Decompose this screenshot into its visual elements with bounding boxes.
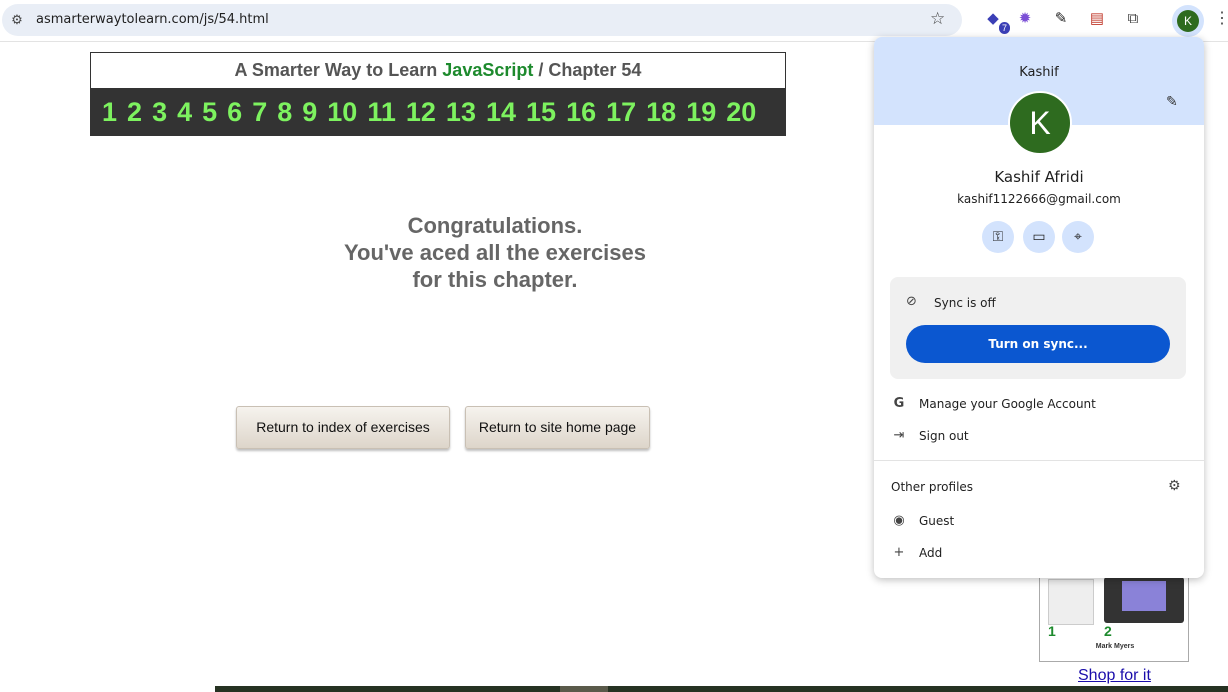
address-bar[interactable]: ⚙ asmarterwaytolearn.com/js/54.html ☆ bbox=[2, 4, 962, 36]
exercise-number-link[interactable]: 17 bbox=[606, 97, 636, 128]
eyedropper-icon[interactable]: ✎ bbox=[1050, 8, 1072, 30]
bottom-strip bbox=[215, 686, 1228, 692]
profile-large-avatar: K bbox=[1008, 91, 1072, 155]
extension-badge-count: 7 bbox=[998, 22, 1010, 34]
passwords-key-icon[interactable]: ⚿ bbox=[982, 221, 1014, 253]
book-ad[interactable]: 1 2 Mark Myers bbox=[1039, 570, 1189, 662]
exercise-number-link[interactable]: 20 bbox=[726, 97, 756, 128]
bottom-strip-segment bbox=[560, 686, 608, 692]
browser-toolbar: ⚙ asmarterwaytolearn.com/js/54.html ☆ ◆ 7… bbox=[0, 0, 1228, 42]
extension-badge-icon[interactable]: ◆ 7 bbox=[982, 8, 1010, 34]
exercise-number-link[interactable]: 3 bbox=[152, 97, 167, 128]
add-label: Add bbox=[919, 546, 943, 560]
title-prefix: A Smarter Way to Learn bbox=[234, 60, 438, 80]
google-g-icon: G bbox=[893, 396, 905, 411]
shop-link[interactable]: Shop for it bbox=[1078, 667, 1151, 685]
ad-step-number: 1 bbox=[1048, 623, 1056, 639]
sign-out-item[interactable]: ⇥ Sign out bbox=[874, 422, 1204, 450]
return-to-home-button[interactable]: Return to site home page bbox=[465, 406, 650, 449]
profile-button[interactable]: K bbox=[1172, 5, 1204, 37]
exercise-number-link[interactable]: 18 bbox=[646, 97, 676, 128]
exercise-number-link[interactable]: 10 bbox=[327, 97, 357, 128]
congrats-message: Congratulations. You've aced all the exe… bbox=[300, 212, 690, 293]
add-profile-item[interactable]: + Add bbox=[874, 539, 1204, 567]
extensions-puzzle-icon[interactable]: ⧉ bbox=[1122, 8, 1144, 30]
title-brand: JavaScript bbox=[442, 60, 534, 80]
ad-step-number: 2 bbox=[1104, 623, 1112, 639]
turn-on-sync-button[interactable]: Turn on sync... bbox=[906, 325, 1170, 363]
other-profiles-heading: Other profiles bbox=[891, 480, 974, 494]
profile-short-name: Kashif bbox=[1019, 65, 1059, 80]
manage-account-item[interactable]: G Manage your Google Account bbox=[874, 390, 1204, 418]
add-plus-icon: + bbox=[893, 545, 905, 560]
title-separator: / bbox=[538, 60, 544, 80]
exercise-number-link[interactable]: 19 bbox=[686, 97, 716, 128]
congrats-line: Congratulations. bbox=[407, 213, 583, 238]
bookmark-star-icon[interactable]: ☆ bbox=[930, 9, 945, 29]
guest-profile-item[interactable]: ◉ Guest bbox=[874, 507, 1204, 535]
exercise-number-link[interactable]: 11 bbox=[367, 97, 396, 128]
sync-status: Sync is off bbox=[934, 296, 996, 310]
title-chapter: Chapter 54 bbox=[548, 60, 642, 80]
exercise-number-link[interactable]: 14 bbox=[486, 97, 516, 128]
extension-gear-icon[interactable]: ✹ bbox=[1014, 8, 1036, 30]
manage-account-label: Manage your Google Account bbox=[919, 397, 1096, 411]
profile-avatar: K bbox=[1177, 10, 1199, 32]
sign-out-label: Sign out bbox=[919, 429, 969, 443]
sync-card: ⊘ Sync is off Turn on sync... bbox=[890, 277, 1186, 379]
book-image bbox=[1048, 579, 1094, 625]
sync-off-icon: ⊘ bbox=[906, 294, 917, 309]
manage-profiles-gear-icon[interactable]: ⚙ bbox=[1168, 478, 1181, 494]
exercise-number-link[interactable]: 9 bbox=[302, 97, 317, 128]
exercise-number-link[interactable]: 8 bbox=[277, 97, 292, 128]
ad-author: Mark Myers bbox=[1095, 643, 1135, 650]
extension-note-icon[interactable]: ▤ bbox=[1086, 8, 1108, 30]
return-to-index-button[interactable]: Return to index of exercises bbox=[236, 406, 450, 449]
profile-menu: Kashif ✎ K Kashif Afridi kashif1122666@g… bbox=[874, 37, 1204, 578]
exercise-number-link[interactable]: 2 bbox=[127, 97, 142, 128]
exercise-number-link[interactable]: 12 bbox=[406, 97, 436, 128]
exercise-number-link[interactable]: 7 bbox=[252, 97, 267, 128]
exercise-number-link[interactable]: 15 bbox=[526, 97, 556, 128]
sign-out-icon: ⇥ bbox=[893, 428, 905, 443]
profile-email: kashif1122666@gmail.com bbox=[957, 192, 1121, 206]
exercise-number-link[interactable]: 1 bbox=[102, 97, 117, 128]
page-title: A Smarter Way to Learn JavaScript / Chap… bbox=[90, 52, 786, 88]
laptop-image bbox=[1104, 577, 1184, 623]
site-info-icon[interactable]: ⚙ bbox=[8, 11, 26, 29]
location-pin-icon[interactable]: ⌖ bbox=[1062, 221, 1094, 253]
guest-label: Guest bbox=[919, 514, 955, 528]
more-menu-icon[interactable]: ⋮ bbox=[1214, 8, 1228, 28]
exercise-number-nav: 1 2 3 4 5 6 7 8 9 10 11 12 13 14 15 16 17 18 19 20 bbox=[90, 88, 786, 136]
exercise-number-link[interactable]: 16 bbox=[566, 97, 596, 128]
congrats-line: for this chapter. bbox=[412, 267, 578, 292]
exercise-number-link[interactable]: 13 bbox=[446, 97, 476, 128]
profile-full-name: Kashif Afridi bbox=[994, 168, 1084, 186]
exercise-number-link[interactable]: 6 bbox=[227, 97, 242, 128]
edit-pencil-icon[interactable]: ✎ bbox=[1166, 94, 1178, 110]
congrats-line: You've aced all the exercises bbox=[344, 240, 646, 265]
exercise-number-link[interactable]: 5 bbox=[202, 97, 217, 128]
url-text[interactable]: asmarterwaytolearn.com/js/54.html bbox=[36, 12, 269, 27]
exercise-number-link[interactable]: 4 bbox=[177, 97, 192, 128]
guest-avatar-icon: ◉ bbox=[893, 513, 905, 528]
menu-divider bbox=[874, 460, 1204, 461]
payment-card-icon[interactable]: ▭ bbox=[1023, 221, 1055, 253]
